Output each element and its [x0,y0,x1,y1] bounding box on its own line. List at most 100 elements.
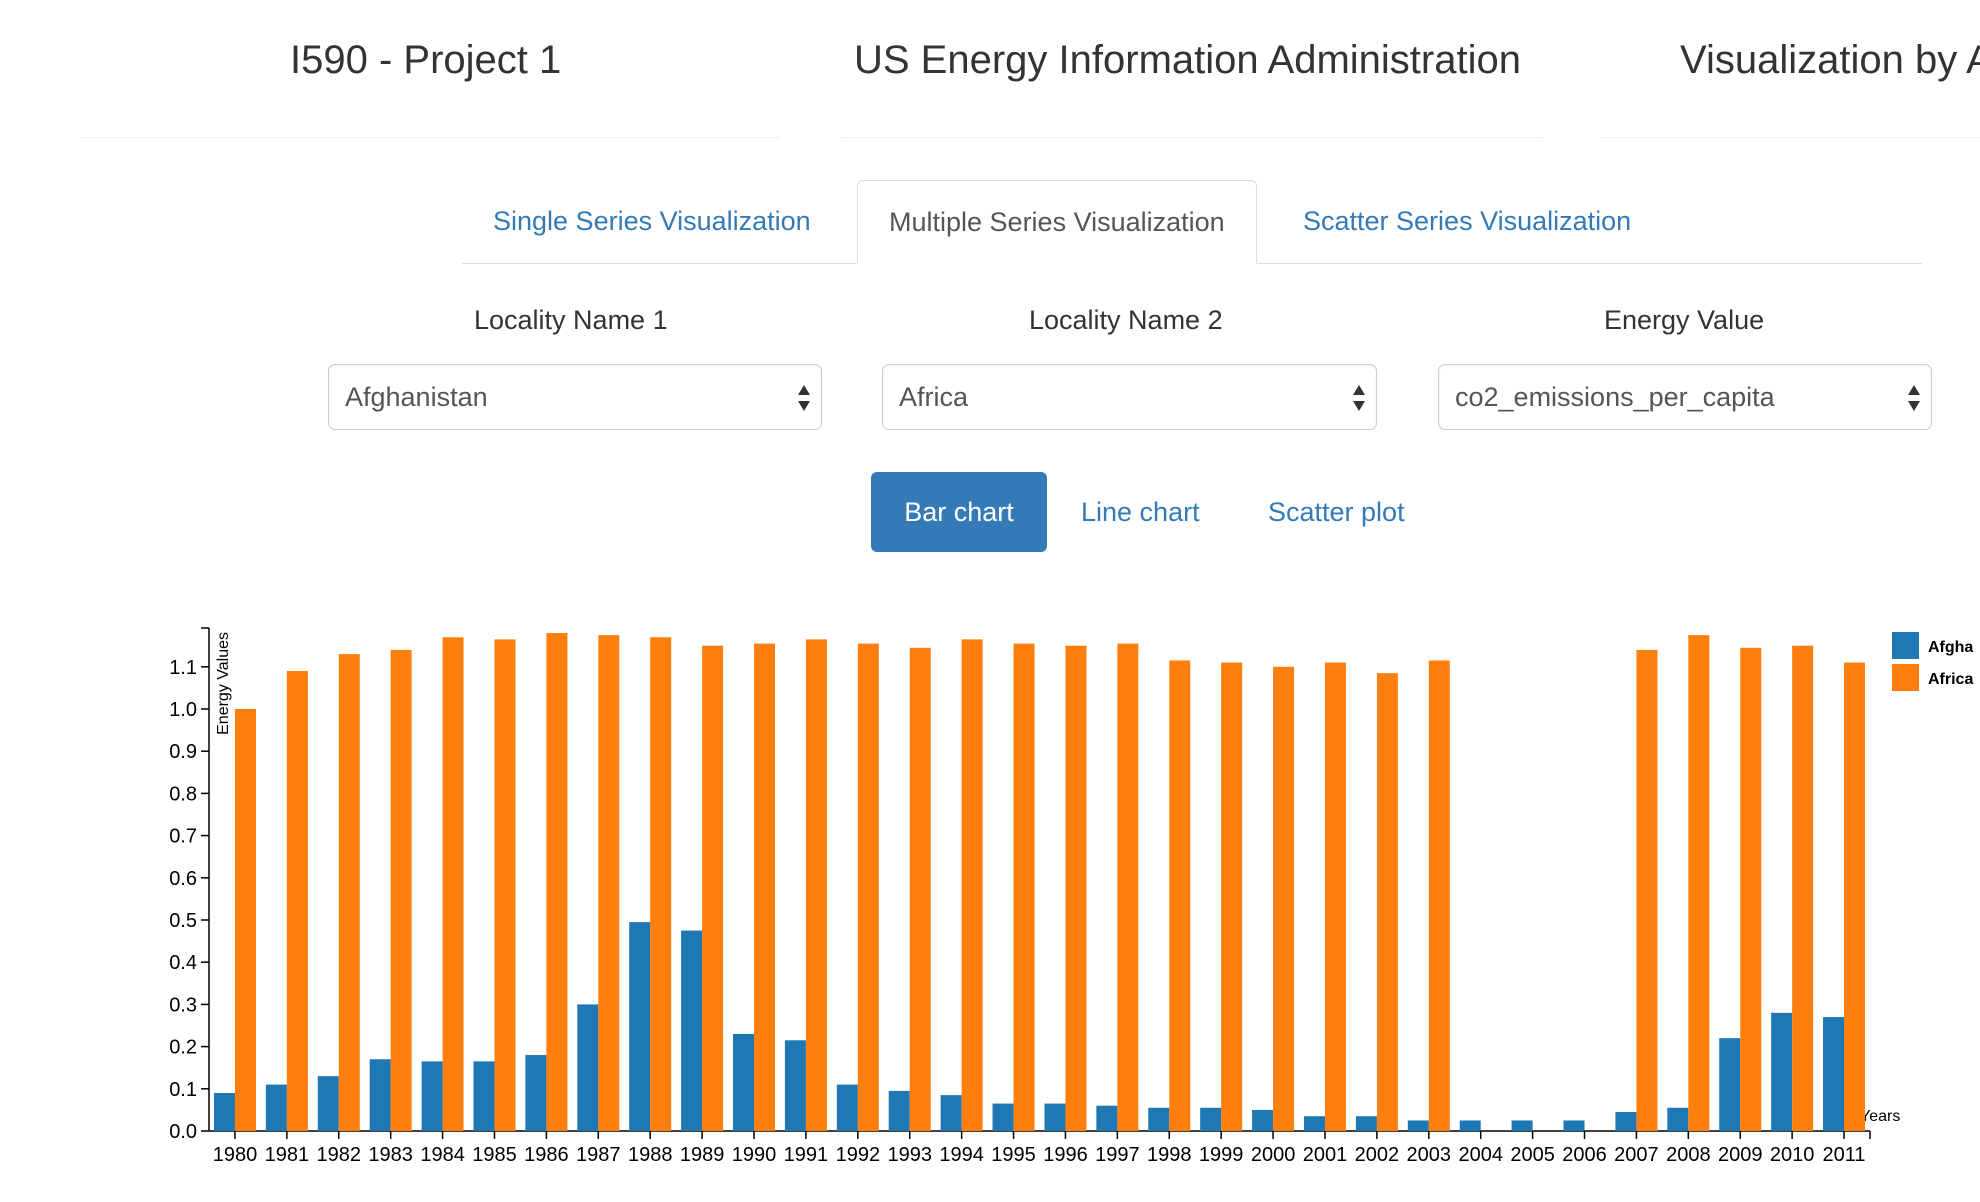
bar-series1 [213,1093,235,1131]
tab-scatter-series[interactable]: Scatter Series Visualization [1272,180,1662,262]
x-tick-label: 2007 [1614,1144,1659,1166]
bar-series2 [650,637,672,1131]
header-divider [842,137,1542,138]
x-tick-label: 1994 [939,1144,984,1166]
line-chart-button[interactable]: Line chart [1081,472,1200,552]
legend-swatch [1892,664,1919,691]
energy-value-select[interactable]: co2_emissions_per_capita [1438,364,1932,430]
bar-series1 [577,1004,599,1131]
bar-series1 [681,930,703,1131]
x-tick-label: 1983 [368,1144,413,1166]
bar-series2 [1273,666,1295,1131]
locality2-value: Africa [899,382,969,412]
x-tick-label: 1982 [317,1144,362,1166]
y-tick-label: 1.1 [169,657,197,679]
author-title: Visualization by A [1680,38,1980,82]
x-tick-label: 1988 [628,1144,673,1166]
agency-title: US Energy Information Administration [854,38,1521,82]
bar-series1 [525,1055,547,1131]
bar-series2 [1376,673,1398,1131]
bar-series1 [940,1095,962,1131]
x-tick-label: 2000 [1251,1144,1296,1166]
bar-series2 [1169,660,1191,1131]
bar-series2 [494,639,516,1131]
x-tick-label: 1984 [420,1144,465,1166]
x-tick-label: 1987 [576,1144,621,1166]
locality1-label: Locality Name 1 [474,305,668,335]
bar-series1 [1823,1017,1845,1131]
y-tick-label: 0.6 [169,868,197,890]
bar-series1 [888,1090,910,1131]
y-tick-label: 0.0 [169,1121,197,1143]
bar-series1 [1615,1112,1637,1131]
bar-series1 [1252,1109,1274,1131]
x-tick-label: 1991 [784,1144,829,1166]
bar-series2 [546,633,568,1131]
locality2-select[interactable]: Africa [882,364,1377,430]
bar-series2 [1221,662,1243,1131]
bar-series2 [234,709,256,1131]
y-tick-label: 0.4 [169,952,197,974]
select-arrows-icon [1908,385,1920,411]
x-tick-label: 1986 [524,1144,569,1166]
bar-series1 [836,1084,858,1131]
tab-single-series[interactable]: Single Series Visualization [462,180,842,262]
y-tick-label: 0.5 [169,910,197,932]
bar-series1 [1511,1120,1533,1131]
x-tick-label: 1993 [887,1144,932,1166]
bar-series1 [1407,1120,1429,1131]
bar-series2 [1428,660,1450,1131]
bar-series2 [754,643,776,1131]
bar-series2 [1792,645,1814,1131]
x-tick-label: 2004 [1458,1144,1503,1166]
locality1-select[interactable]: Afghanistan [328,364,822,430]
bar-series1 [1148,1107,1170,1131]
x-tick-label: 2008 [1666,1144,1711,1166]
y-tick-label: 0.1 [169,1079,197,1101]
y-tick-label: 0.3 [169,994,197,1016]
bar-chart-button[interactable]: Bar chart [871,472,1047,552]
bar-series2 [1013,643,1035,1131]
bar-series2 [1636,649,1658,1131]
energy-value-label: Energy Value [1604,305,1765,335]
x-tick-label: 2003 [1407,1144,1452,1166]
bar-series1 [1200,1107,1222,1131]
scatter-plot-button[interactable]: Scatter plot [1268,472,1405,552]
bar-series2 [1844,662,1866,1131]
bar-series1 [1667,1107,1689,1131]
x-tick-label: 1985 [472,1144,517,1166]
x-tick-label: 2001 [1303,1144,1348,1166]
bar-series2 [1740,647,1762,1131]
bar-series2 [1324,662,1346,1131]
x-tick-label: 1999 [1199,1144,1244,1166]
y-tick-label: 0.8 [169,783,197,805]
bar-series2 [442,637,464,1131]
bar-series2 [338,654,360,1131]
energy-value-value: co2_emissions_per_capita [1455,382,1775,412]
x-tick-label: 2006 [1562,1144,1607,1166]
x-tick-label: 2009 [1718,1144,1763,1166]
bar-series2 [1065,645,1087,1131]
locality1-value: Afghanistan [345,382,488,412]
bar-series2 [598,635,620,1131]
bar-series1 [1459,1120,1481,1131]
bar-series2 [857,643,879,1131]
x-tick-label: 1992 [836,1144,881,1166]
bar-series1 [733,1033,755,1131]
bar-series1 [992,1103,1014,1131]
y-tick-label: 1.0 [169,699,197,721]
bar-series1 [784,1040,806,1131]
project-title: I590 - Project 1 [290,38,562,82]
x-tick-label: 1996 [1043,1144,1088,1166]
x-tick-label: 1995 [991,1144,1036,1166]
x-tick-label: 1997 [1095,1144,1140,1166]
y-tick-label: 0.7 [169,826,197,848]
tab-multiple-series[interactable]: Multiple Series Visualization [857,180,1257,264]
select-arrows-icon [798,385,810,411]
bar-series1 [1303,1116,1325,1131]
energy-bar-chart: 0.0 0.1 0.2 0.3 0.4 0.5 0.6 0.7 0.8 0.9 1.0 1.1 Ener… [169,627,1973,1166]
x-tick-label: 1989 [680,1144,725,1166]
bar-series1 [1044,1103,1066,1131]
bar-series2 [702,645,724,1131]
x-tick-label: 1990 [732,1144,777,1166]
